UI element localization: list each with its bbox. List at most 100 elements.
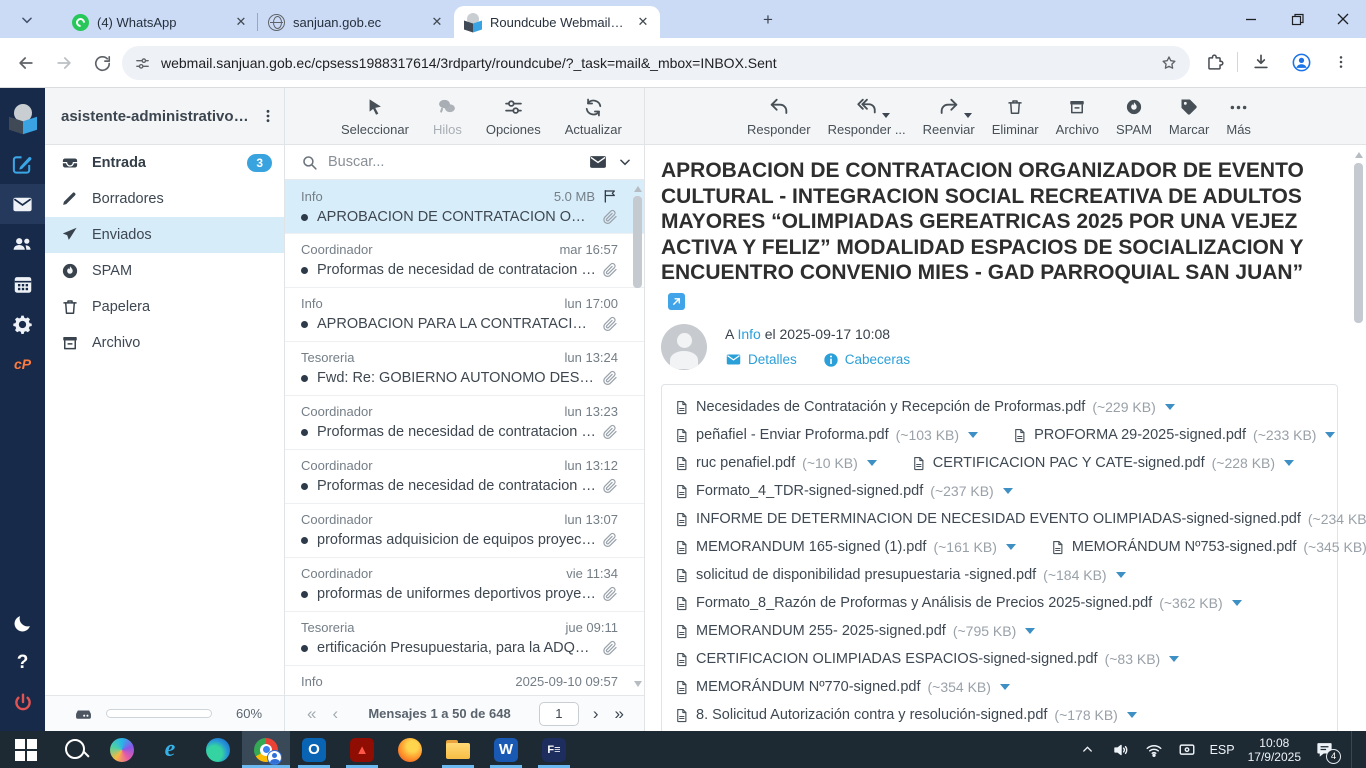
volume-icon[interactable] [1111,740,1131,760]
attachment-menu-caret-icon[interactable] [968,432,978,438]
attachment-name[interactable]: solicitud de disponibilidad presupuestar… [696,567,1036,583]
attachment-item[interactable]: peñafiel - Enviar Proforma.pdf(~103 KB) [674,426,978,445]
cast-monitor-icon[interactable] [1177,740,1197,760]
prev-page-button[interactable]: ‹ [324,705,346,722]
browser-menu-kebab-icon[interactable] [1324,45,1358,79]
taskbar-app-firmaec[interactable]: F≡ [530,731,578,768]
message-responder-button[interactable]: Responder ... [828,95,906,137]
attachment-name[interactable]: MEMORANDUM 165-signed (1).pdf [696,539,926,555]
attachment-item[interactable]: MEMORANDUM 165-signed (1).pdf(~161 KB) [674,538,1016,557]
folder-item-enviados[interactable]: Enviados [45,217,284,253]
browser-tab-active[interactable]: Roundcube Webmail :: Enviados✕ [454,6,660,38]
language-indicator[interactable]: ESP [1210,743,1235,757]
message-más-button[interactable]: Más [1226,95,1251,137]
list-seleccionar-button[interactable]: Seleccionar [341,95,409,137]
tab-close-icon[interactable]: ✕ [634,13,652,31]
contacts-button[interactable] [0,224,45,264]
new-tab-button[interactable]: + [758,10,778,30]
message-spam-button[interactable]: SPAM [1116,95,1152,137]
attachment-menu-caret-icon[interactable] [1232,600,1242,606]
attachment-name[interactable]: Formato_8_Razón de Proformas y Análisis … [696,595,1152,611]
attachment-name[interactable]: peñafiel - Enviar Proforma.pdf [696,427,889,443]
message-row[interactable]: Coordinadorlun 13:12Proformas de necesid… [285,450,644,504]
search-input[interactable] [328,154,578,170]
forward-button[interactable] [46,45,82,81]
tab-search-chevron-icon[interactable] [16,9,38,31]
attachment-menu-caret-icon[interactable] [1003,488,1013,494]
folder-item-borradores[interactable]: Borradores [45,181,284,217]
browser-tab[interactable]: sanjuan.gob.ec✕ [258,6,454,38]
message-row[interactable]: Info2025-09-10 09:57 [285,666,644,695]
scroll-up-icon[interactable] [634,186,642,192]
settings-button[interactable] [0,304,45,344]
close-window-button[interactable] [1320,0,1366,38]
message-reenviar-button[interactable]: Reenviar [923,95,975,137]
taskbar-app-file-explorer[interactable] [434,731,482,768]
attachment-menu-caret-icon[interactable] [867,460,877,466]
details-button[interactable]: Detalles [725,351,797,368]
taskbar-app-start[interactable] [2,731,50,768]
attachment-menu-caret-icon[interactable] [1025,628,1035,634]
attachment-item[interactable]: CERTIFICACION PAC Y CATE-signed.pdf(~228… [911,454,1294,473]
folder-item-papelera[interactable]: Papelera [45,289,284,325]
darkmode-moon-icon[interactable] [0,603,45,643]
reload-button[interactable] [84,45,120,81]
message-row[interactable]: Coordinadormar 16:57Proformas de necesid… [285,234,644,288]
attachment-name[interactable]: INFORME DE DETERMINACION DE NECESIDAD EV… [696,511,1301,527]
search-options-chevron-icon[interactable] [618,155,632,169]
attachment-item[interactable]: solicitud de disponibilidad presupuestar… [674,566,1126,585]
open-external-icon[interactable] [668,293,685,310]
attachment-name[interactable]: Formato_4_TDR-signed-signed.pdf [696,483,923,499]
minimize-button[interactable] [1228,0,1274,38]
attachment-item[interactable]: Formato_4_TDR-signed-signed.pdf(~237 KB) [674,482,1013,501]
bookmark-star-icon[interactable] [1160,54,1178,72]
dropdown-caret-icon[interactable] [882,113,890,118]
message-archivo-button[interactable]: Archivo [1056,95,1099,137]
clock[interactable]: 10:08 17/9/2025 [1248,736,1301,764]
next-page-button[interactable]: › [585,705,607,722]
list-hilos-button[interactable]: Hilos [433,95,462,137]
attachment-item[interactable]: INFORME DE DETERMINACION DE NECESIDAD EV… [674,510,1366,529]
scroll-up-icon[interactable] [1355,152,1363,158]
taskbar-app-copilot[interactable] [98,731,146,768]
attachment-menu-caret-icon[interactable] [1116,572,1126,578]
attachment-menu-caret-icon[interactable] [1284,460,1294,466]
attachment-menu-caret-icon[interactable] [1325,432,1335,438]
first-page-button[interactable]: « [299,705,324,722]
restore-button[interactable] [1274,0,1320,38]
taskbar-app-outlook[interactable]: O [290,731,338,768]
attachment-menu-caret-icon[interactable] [1127,712,1137,718]
help-button[interactable]: ? [0,643,45,683]
taskbar-app-chrome[interactable] [242,731,290,768]
attachment-menu-caret-icon[interactable] [1006,544,1016,550]
wifi-icon[interactable] [1144,740,1164,760]
browser-tab[interactable]: (4) WhatsApp✕ [62,6,258,38]
attachment-name[interactable]: CERTIFICACION OLIMPIADAS ESPACIOS-signed… [696,651,1098,667]
dropdown-caret-icon[interactable] [964,113,972,118]
compose-button[interactable] [0,144,45,184]
message-eliminar-button[interactable]: Eliminar [992,95,1039,137]
recipient-link[interactable]: Info [737,326,760,342]
attachment-name[interactable]: MEMORÁNDUM Nº753-signed.pdf [1072,539,1296,555]
address-bar[interactable]: webmail.sanjuan.gob.ec/cpsess1988317614/… [122,46,1190,80]
downloads-icon[interactable] [1244,45,1278,79]
taskbar-app-search[interactable] [50,731,98,768]
attachment-menu-caret-icon[interactable] [1169,656,1179,662]
tab-close-icon[interactable]: ✕ [232,13,250,31]
attachment-name[interactable]: MEMORANDUM 255- 2025-signed.pdf [696,623,946,639]
notifications-icon[interactable]: 4 [1314,740,1334,760]
list-opciones-button[interactable]: Opciones [486,95,541,137]
message-row[interactable]: Coordinadorvie 11:34proformas de uniform… [285,558,644,612]
attachment-menu-caret-icon[interactable] [1000,684,1010,690]
attachment-name[interactable]: MEMORÁNDUM Nº770-signed.pdf [696,679,920,695]
attachment-item[interactable]: 8. Solicitud Autorización contra y resol… [674,706,1137,725]
last-page-button[interactable]: » [607,705,632,722]
folder-item-archivo[interactable]: Archivo [45,325,284,361]
attachment-item[interactable]: ruc penafiel.pdf(~10 KB) [674,454,877,473]
tray-chevron-up-icon[interactable] [1078,740,1098,760]
attachment-name[interactable]: ruc penafiel.pdf [696,455,795,471]
calendar-button[interactable] [0,264,45,304]
logout-power-button[interactable] [0,683,45,723]
attachment-name[interactable]: CERTIFICACION PAC Y CATE-signed.pdf [933,455,1205,471]
site-settings-icon[interactable] [134,55,151,72]
